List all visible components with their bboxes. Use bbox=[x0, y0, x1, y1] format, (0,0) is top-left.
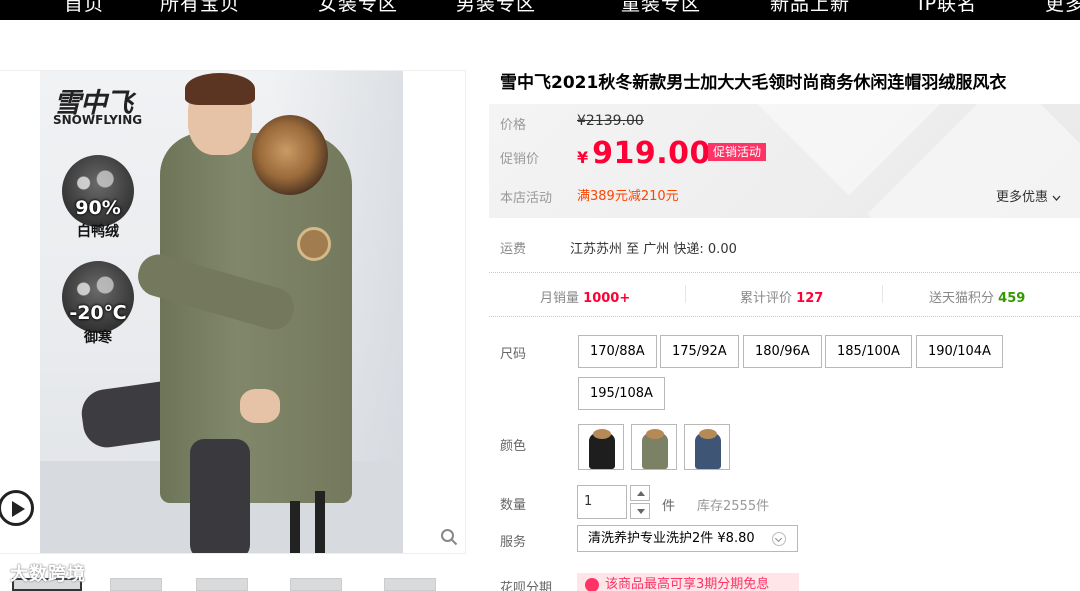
promo-price-label: 促销价 bbox=[500, 152, 540, 167]
size-option[interactable]: 190/104A bbox=[916, 335, 1003, 368]
brand-logo-en: SNOWFLYING bbox=[53, 113, 143, 127]
service-label: 服务 bbox=[500, 535, 527, 550]
chevron-down-icon bbox=[772, 532, 786, 546]
size-option[interactable]: 180/96A bbox=[743, 335, 822, 368]
tmall-points-value: 459 bbox=[998, 291, 1026, 306]
nav-item-women[interactable]: 女装专区 bbox=[318, 0, 398, 16]
service-select[interactable]: 清洗养护专业洗护2件 ¥8.80 bbox=[577, 525, 798, 552]
fur-collar bbox=[252, 115, 328, 195]
badge-down-percent: 90% bbox=[75, 197, 121, 219]
price-label: 价格 bbox=[500, 118, 527, 133]
thumbnail-4[interactable] bbox=[290, 578, 342, 591]
review-count-value: 127 bbox=[796, 291, 824, 306]
nav-item-new[interactable]: 新品上新 bbox=[770, 0, 850, 16]
installment-label: 花呗分期 bbox=[500, 581, 553, 591]
nav-item-ip-collab[interactable]: IP联名 bbox=[918, 0, 977, 16]
quantity-increase-button[interactable] bbox=[630, 485, 650, 501]
quantity-decrease-button[interactable] bbox=[630, 503, 650, 519]
original-price: ¥2139.00 bbox=[577, 113, 644, 129]
product-title: 雪中飞2021秋冬新款男士加大大毛领时尚商务休闲连帽羽绒服风衣 bbox=[500, 73, 1007, 93]
sleeve-patch bbox=[297, 227, 331, 261]
quantity-label: 数量 bbox=[500, 498, 527, 513]
stock-count: 库存2555件 bbox=[697, 499, 770, 514]
badge-temp: -20℃ bbox=[69, 302, 127, 324]
badge-cold-label: 御寒 bbox=[84, 330, 112, 346]
nav-item-all-products[interactable]: 所有宝贝 bbox=[160, 0, 240, 16]
installment-icon bbox=[585, 578, 599, 591]
installment-text: 该商品最高可享3期分期免息 bbox=[605, 577, 770, 591]
nav-item-more[interactable]: 更多 bbox=[1045, 0, 1080, 16]
monthly-sales-label: 月销量 bbox=[540, 291, 580, 306]
service-selected: 清洗养护专业洗护2件 ¥8.80 bbox=[588, 531, 755, 546]
promo-tag[interactable]: 促销活动 bbox=[708, 143, 767, 161]
color-swatch-navy-blue[interactable] bbox=[684, 424, 730, 470]
shop-activity-label: 本店活动 bbox=[500, 191, 553, 206]
nav-item-kids[interactable]: 童装专区 bbox=[621, 0, 701, 16]
shipping-value[interactable]: 江苏苏州 至 广州 快递: 0.00 bbox=[570, 238, 737, 257]
watermark-text: 大数跨境 bbox=[10, 564, 86, 585]
thumbnail-2[interactable] bbox=[110, 578, 162, 591]
size-option[interactable]: 185/100A bbox=[825, 335, 912, 368]
nav-item-home[interactable]: 首页 bbox=[64, 0, 104, 16]
color-swatch-army-green[interactable] bbox=[631, 424, 677, 470]
color-label: 颜色 bbox=[500, 439, 527, 454]
review-count[interactable]: 累计评价 127 bbox=[740, 287, 823, 306]
quantity-input[interactable]: 1 bbox=[577, 485, 627, 519]
shop-activity: 满389元减210元 bbox=[577, 189, 679, 204]
tmall-points-label: 送天猫积分 bbox=[929, 291, 995, 306]
thumbnail-5[interactable] bbox=[384, 578, 436, 591]
color-swatch-black[interactable] bbox=[578, 424, 624, 470]
size-option[interactable]: 170/88A bbox=[578, 335, 657, 368]
quantity-unit: 件 bbox=[662, 499, 676, 514]
size-option[interactable]: 175/92A bbox=[660, 335, 739, 368]
divider bbox=[489, 316, 1080, 317]
promo-price-value: 919.00 bbox=[592, 136, 711, 171]
thumbnail-3[interactable] bbox=[196, 578, 248, 591]
size-label: 尺码 bbox=[500, 347, 527, 362]
main-image-frame[interactable]: 雪中飞 SNOWFLYING 90% 白鸭绒 -20℃ 御寒 bbox=[0, 70, 466, 554]
tmall-points: 送天猫积分 459 bbox=[929, 287, 1025, 306]
watermark: 大数跨境 bbox=[10, 560, 86, 586]
divider bbox=[489, 272, 1080, 273]
badge-down-label: 白鸭绒 bbox=[77, 224, 119, 240]
installment-notice[interactable]: 该商品最高可享3期分期免息 bbox=[577, 573, 799, 591]
monthly-sales: 月销量 1000+ bbox=[540, 287, 630, 306]
nav-item-men[interactable]: 男装专区 bbox=[456, 0, 536, 16]
review-count-label: 累计评价 bbox=[740, 291, 793, 306]
shipping-label: 运费 bbox=[500, 242, 527, 257]
size-option[interactable]: 195/108A bbox=[578, 377, 665, 410]
more-deals-label: 更多优惠 bbox=[996, 190, 1049, 205]
more-deals-link[interactable]: 更多优惠 bbox=[996, 186, 1061, 205]
promo-price: ¥919.00 bbox=[577, 136, 711, 171]
product-photo: 雪中飞 SNOWFLYING 90% 白鸭绒 -20℃ 御寒 bbox=[40, 71, 403, 553]
chevron-down-icon bbox=[1052, 195, 1061, 201]
monthly-sales-value: 1000+ bbox=[583, 291, 631, 306]
top-nav: 首页 所有宝贝 女装专区 男装专区 童装专区 新品上新 IP联名 更多 bbox=[0, 0, 1080, 20]
currency-symbol: ¥ bbox=[577, 148, 589, 167]
zoom-icon[interactable] bbox=[440, 528, 458, 546]
